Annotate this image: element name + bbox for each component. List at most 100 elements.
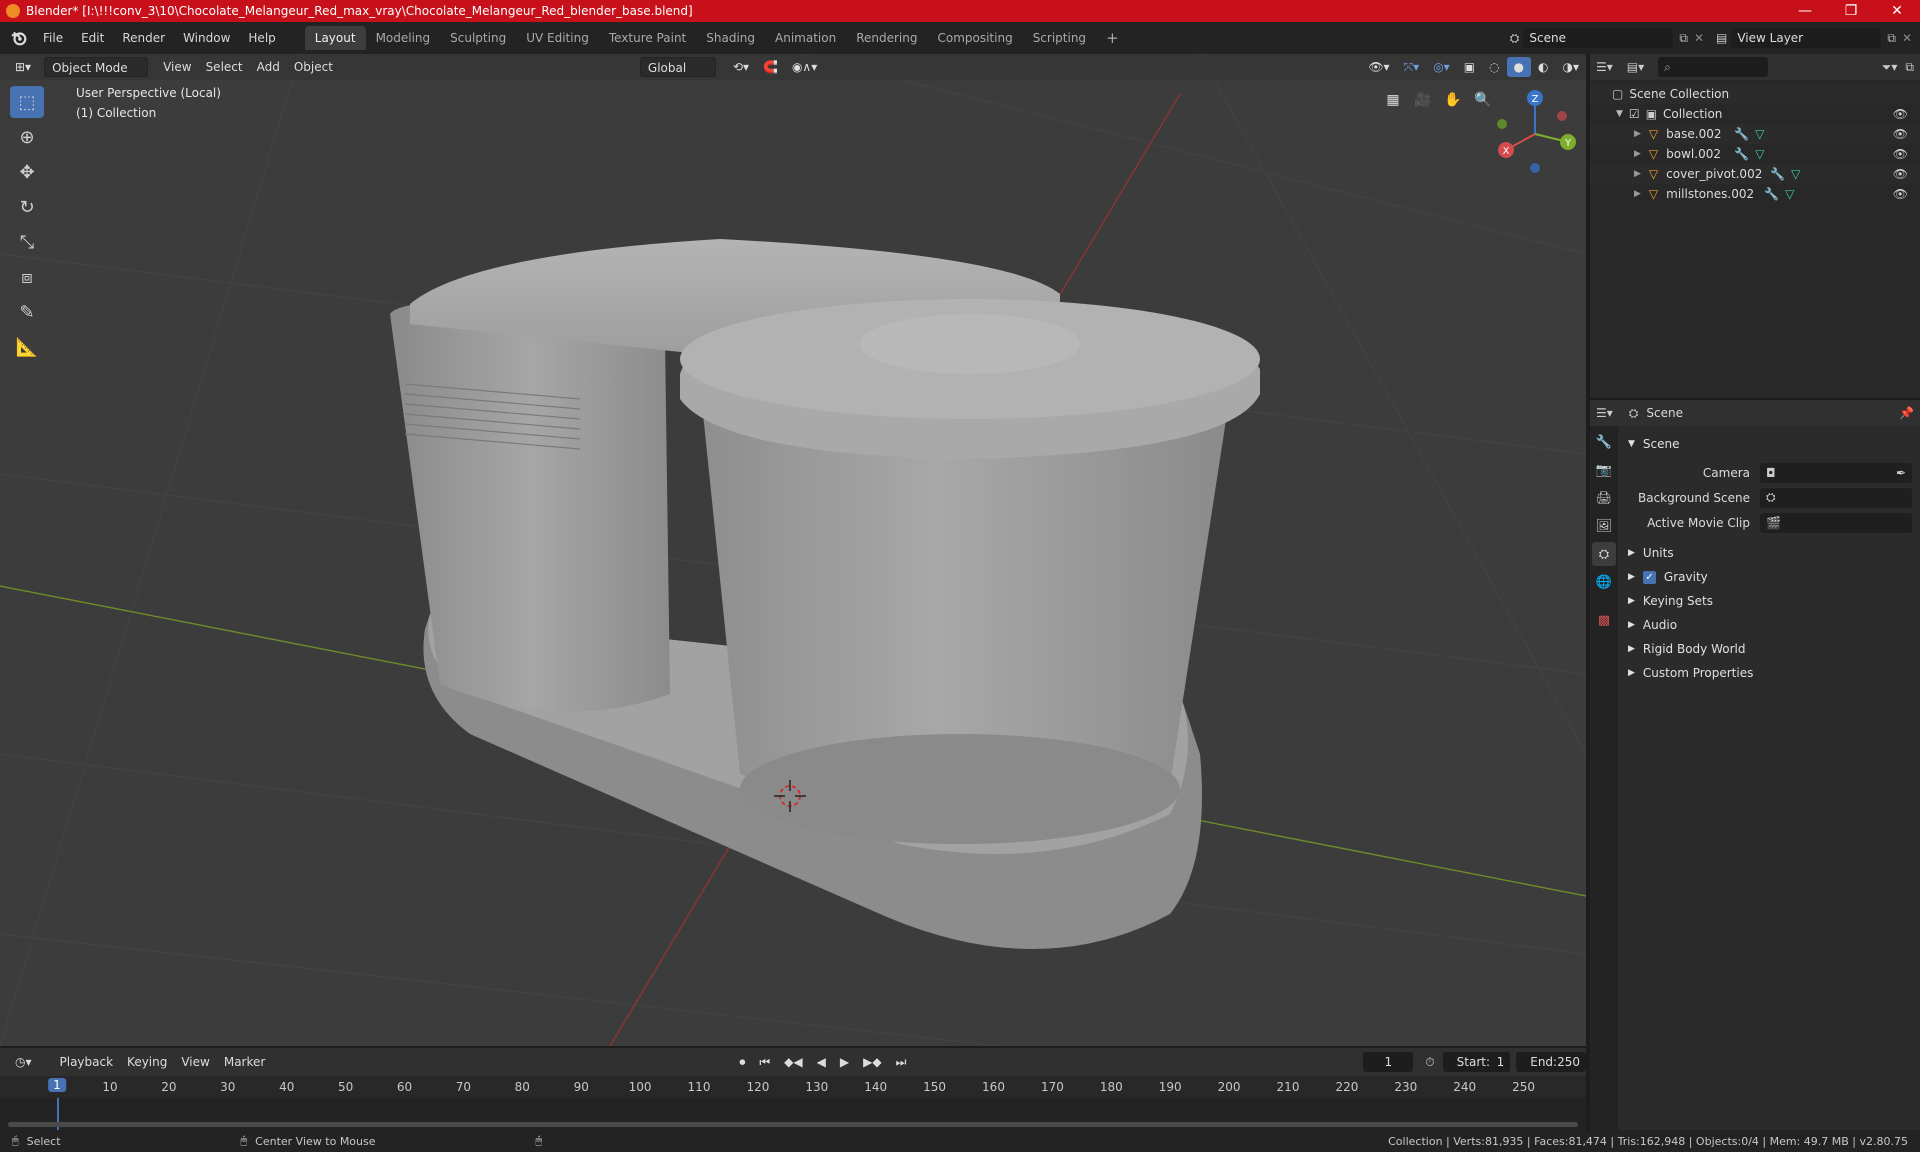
jump-start-button[interactable]: ⏮ bbox=[752, 1052, 777, 1072]
play-reverse-button[interactable]: ◀ bbox=[810, 1052, 833, 1072]
timeline-scrollbar[interactable] bbox=[8, 1122, 1578, 1127]
jump-keyframe-back-button[interactable]: ◆◀ bbox=[777, 1052, 809, 1072]
gravity-section-header[interactable]: ▶ ✓ Gravity bbox=[1620, 565, 1920, 589]
mode-selector[interactable]: Object Mode bbox=[44, 57, 149, 77]
collection-checkbox[interactable]: ☑ bbox=[1629, 107, 1640, 121]
rendered-shading-icon[interactable]: ◑▾ bbox=[1556, 57, 1587, 77]
render-tab-icon[interactable]: 📷 bbox=[1592, 458, 1616, 482]
expand-arrow-icon[interactable]: ▶ bbox=[1634, 189, 1641, 199]
new-collection-icon[interactable]: ⧉ bbox=[1905, 60, 1914, 75]
current-frame-field[interactable]: 1 bbox=[1363, 1052, 1414, 1072]
overlay-toggle-icon[interactable]: ◎▾ bbox=[1426, 57, 1457, 77]
tab-shading[interactable]: Shading bbox=[696, 26, 765, 50]
rigid-body-world-section-header[interactable]: ▶ Rigid Body World bbox=[1620, 637, 1920, 661]
camera-view-icon[interactable]: 🎥 bbox=[1410, 87, 1436, 113]
outliner-item-base[interactable]: ▶ ▽ base.002 🔧 ▽ 👁 bbox=[1590, 124, 1920, 144]
blender-logo-icon[interactable] bbox=[10, 29, 28, 47]
active-movie-clip-field[interactable]: 🎬 bbox=[1760, 512, 1912, 533]
timeline-ruler[interactable]: 1 10 20 30 40 50 60 70 80 90 100 110 120 130 140 150 160… bbox=[0, 1076, 1586, 1098]
delete-view-layer-icon[interactable]: ✕ bbox=[1902, 31, 1912, 45]
expand-arrow-icon[interactable]: ▶ bbox=[1634, 129, 1641, 139]
custom-properties-section-header[interactable]: ▶ Custom Properties bbox=[1620, 661, 1920, 685]
scene-collection-row[interactable]: ▢ Scene Collection bbox=[1590, 84, 1920, 104]
outliner-item-cover-pivot[interactable]: ▶ ▽ cover_pivot.002 🔧 ▽ 👁 bbox=[1590, 164, 1920, 184]
tab-compositing[interactable]: Compositing bbox=[927, 26, 1022, 50]
transform-tool[interactable]: ⧈ bbox=[10, 261, 44, 293]
menu-add[interactable]: Add bbox=[250, 57, 287, 77]
outliner-search-input[interactable]: ⌕ bbox=[1658, 57, 1769, 77]
proportional-editing-icon[interactable]: ◉∧▾ bbox=[785, 57, 824, 77]
visibility-eye-icon[interactable]: 👁 bbox=[1893, 147, 1908, 161]
view-layer-tab-icon[interactable]: 🖼 bbox=[1592, 514, 1616, 538]
outliner-item-millstones[interactable]: ▶ ▽ millstones.002 🔧 ▽ 👁 bbox=[1590, 184, 1920, 204]
3d-viewport[interactable]: ⊞▾ Object Mode View Select Add Object Gl… bbox=[0, 54, 1586, 1046]
eyedropper-icon[interactable]: ✒ bbox=[1896, 466, 1906, 480]
visibility-eye-icon[interactable]: 👁 bbox=[1893, 107, 1908, 121]
end-frame-field[interactable]: End: 250 bbox=[1516, 1052, 1586, 1072]
scene-section-header[interactable]: ▼ Scene bbox=[1620, 432, 1920, 456]
view-layer-selector[interactable]: View Layer bbox=[1731, 28, 1882, 48]
new-view-layer-icon[interactable]: ⧉ bbox=[1887, 31, 1896, 46]
tab-sculpting[interactable]: Sculpting bbox=[440, 26, 516, 50]
menu-object[interactable]: Object bbox=[287, 57, 340, 77]
background-scene-field[interactable]: ⛭ bbox=[1760, 487, 1912, 508]
gizmo-toggle-icon[interactable]: ⤧▾ bbox=[1397, 57, 1427, 77]
wireframe-shading-icon[interactable]: ◌ bbox=[1482, 57, 1506, 77]
minimize-button[interactable]: — bbox=[1782, 0, 1828, 22]
camera-field[interactable]: ◘ ✒ bbox=[1760, 462, 1912, 483]
material-shading-icon[interactable]: ◐ bbox=[1531, 57, 1555, 77]
snap-icon[interactable]: 🧲 bbox=[756, 57, 785, 77]
tab-animation[interactable]: Animation bbox=[765, 26, 846, 50]
stopwatch-icon[interactable]: ⏱ bbox=[1425, 1055, 1434, 1070]
outliner-item-bowl[interactable]: ▶ ▽ bowl.002 🔧 ▽ 👁 bbox=[1590, 144, 1920, 164]
visibility-eye-icon[interactable]: 👁 bbox=[1893, 127, 1908, 141]
display-mode-icon[interactable]: ▤▾ bbox=[1627, 60, 1644, 74]
tab-scripting[interactable]: Scripting bbox=[1023, 26, 1096, 50]
menu-marker[interactable]: Marker bbox=[217, 1052, 272, 1072]
record-button[interactable]: ⏺ bbox=[732, 1052, 752, 1072]
rotate-tool[interactable]: ↻ bbox=[10, 191, 44, 223]
menu-render[interactable]: Render bbox=[113, 26, 174, 50]
tab-modeling[interactable]: Modeling bbox=[366, 26, 441, 50]
cursor-tool[interactable]: ⊕ bbox=[10, 121, 44, 153]
start-frame-field[interactable]: Start: 1 bbox=[1442, 1052, 1511, 1072]
menu-keying[interactable]: Keying bbox=[120, 1052, 174, 1072]
timeline-editor-type-icon[interactable]: ◷▾ bbox=[8, 1052, 39, 1072]
annotate-tool[interactable]: ✎ bbox=[10, 296, 44, 328]
gravity-checkbox[interactable]: ✓ bbox=[1642, 570, 1656, 584]
menu-file[interactable]: File bbox=[34, 26, 72, 50]
pivot-point-icon[interactable]: ⟲▾ bbox=[726, 57, 756, 77]
pin-icon[interactable]: 📌 bbox=[1899, 406, 1914, 420]
measure-tool[interactable]: 📐 bbox=[10, 331, 44, 363]
menu-edit[interactable]: Edit bbox=[72, 26, 113, 50]
jump-keyframe-forward-button[interactable]: ▶◆ bbox=[856, 1052, 888, 1072]
visibility-eye-icon[interactable]: 👁 bbox=[1893, 187, 1908, 201]
tab-uv-editing[interactable]: UV Editing bbox=[516, 26, 599, 50]
scene-selector[interactable]: Scene bbox=[1523, 28, 1674, 48]
collection-row[interactable]: ▼ ☑ ▣ Collection 👁 bbox=[1590, 104, 1920, 124]
properties-editor-type-icon[interactable]: ☰▾ bbox=[1596, 406, 1613, 420]
navigation-gizmo[interactable]: Z Y X bbox=[1490, 86, 1580, 176]
transform-orientation-selector[interactable]: Global bbox=[639, 57, 716, 77]
filter-icon[interactable]: ⏷▾ bbox=[1882, 60, 1898, 75]
select-box-tool[interactable]: ⬚ bbox=[10, 86, 44, 118]
delete-scene-icon[interactable]: ✕ bbox=[1694, 31, 1704, 45]
visibility-icon[interactable]: 👁▾ bbox=[1361, 57, 1396, 77]
close-button[interactable]: ✕ bbox=[1874, 0, 1920, 22]
expand-arrow-icon[interactable]: ▶ bbox=[1634, 149, 1641, 159]
menu-view[interactable]: View bbox=[156, 57, 198, 77]
visibility-eye-icon[interactable]: 👁 bbox=[1893, 167, 1908, 181]
menu-timeline-view[interactable]: View bbox=[174, 1052, 216, 1072]
outliner-editor-type-icon[interactable]: ☰▾ bbox=[1596, 60, 1613, 74]
menu-playback[interactable]: Playback bbox=[53, 1052, 121, 1072]
add-workspace-button[interactable]: + bbox=[1096, 26, 1129, 50]
world-tab-icon[interactable]: 🌐 bbox=[1592, 570, 1616, 594]
menu-window[interactable]: Window bbox=[174, 26, 239, 50]
jump-end-button[interactable]: ⏭ bbox=[889, 1052, 914, 1072]
pan-view-icon[interactable]: ✋ bbox=[1440, 87, 1466, 113]
tab-texture-paint[interactable]: Texture Paint bbox=[599, 26, 696, 50]
expand-arrow-icon[interactable]: ▼ bbox=[1616, 109, 1623, 119]
new-scene-icon[interactable]: ⧉ bbox=[1679, 31, 1688, 46]
scale-tool[interactable]: ⤡ bbox=[10, 226, 44, 258]
texture-tab-icon[interactable]: ▩ bbox=[1592, 608, 1616, 632]
